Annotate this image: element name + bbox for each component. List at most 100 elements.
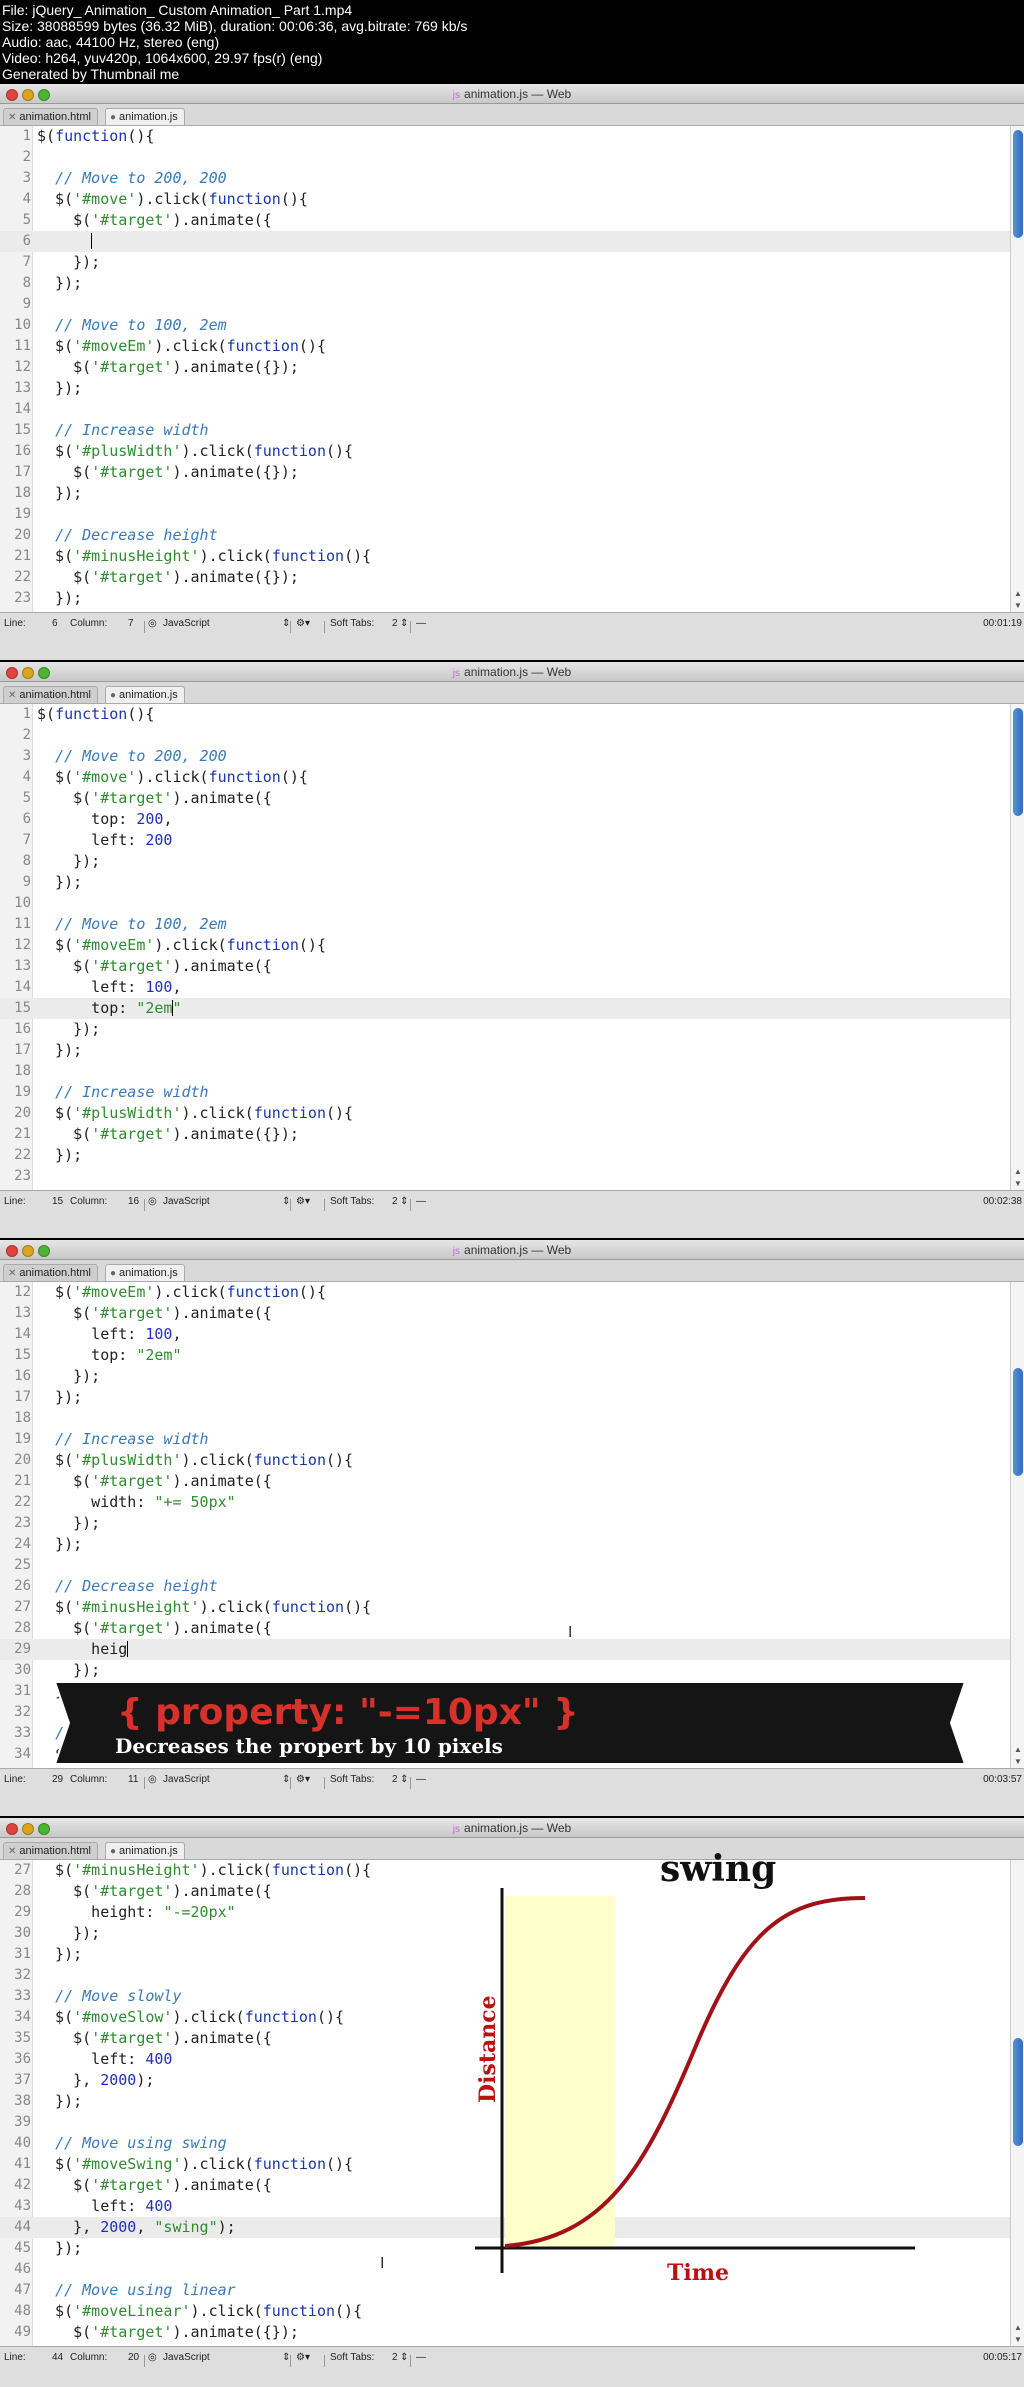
- language-selector[interactable]: JavaScript: [163, 618, 210, 629]
- scroll-down-arrow-icon[interactable]: ▼: [1014, 601, 1022, 610]
- column-value: 20: [128, 2352, 140, 2363]
- window-titlebar[interactable]: js animation.js — Web: [0, 1818, 1024, 1838]
- tab-animation-js[interactable]: ● animation.js: [105, 108, 185, 125]
- close-tab-icon[interactable]: ✕: [8, 1268, 16, 1279]
- js-file-icon: js: [452, 1246, 461, 1257]
- settings-gear-icon[interactable]: ⚙▾: [296, 2352, 310, 2363]
- softtabs-label[interactable]: Soft Tabs:: [330, 1774, 374, 1785]
- symbol-selector[interactable]: —: [416, 618, 426, 629]
- softtabs-value[interactable]: 2: [392, 1196, 398, 1207]
- scroll-up-arrow-icon[interactable]: ▲: [1014, 1167, 1022, 1176]
- code-text: $('#target').animate({});: [37, 1125, 299, 1143]
- symbol-selector[interactable]: —: [416, 2352, 426, 2363]
- code-line: 29 heig: [0, 1639, 1010, 1660]
- language-selector[interactable]: JavaScript: [163, 2352, 210, 2363]
- tab-animation-html[interactable]: ✕ animation.html: [3, 686, 98, 703]
- tab-label: animation.js: [119, 1845, 178, 1857]
- line-number: 22: [14, 1147, 31, 1163]
- softtabs-label[interactable]: Soft Tabs:: [330, 2352, 374, 2363]
- scrollbar-thumb[interactable]: [1013, 130, 1023, 238]
- code-text: $('#move').click(function(){: [37, 190, 308, 208]
- scroll-down-arrow-icon[interactable]: ▼: [1014, 1757, 1022, 1766]
- code-editor[interactable]: 1 $(function(){2 3 // Move to 200, 200 4 $(…: [0, 126, 1010, 612]
- line-number: 19: [14, 506, 31, 522]
- line-number: 17: [14, 464, 31, 480]
- close-tab-icon[interactable]: ✕: [8, 1846, 16, 1857]
- settings-gear-icon[interactable]: ⚙▾: [296, 1774, 310, 1785]
- scroll-up-arrow-icon[interactable]: ▲: [1014, 1745, 1022, 1754]
- code-line: 23 });: [0, 1513, 1010, 1534]
- chevron-updown-icon[interactable]: ⇕: [400, 1196, 408, 1207]
- close-tab-icon[interactable]: ✕: [8, 112, 16, 123]
- scroll-up-arrow-icon[interactable]: ▲: [1014, 589, 1022, 598]
- symbol-selector[interactable]: —: [416, 1196, 426, 1207]
- window-titlebar[interactable]: js animation.js — Web: [0, 84, 1024, 104]
- column-label: Column:: [70, 2352, 108, 2363]
- code-text: // Move to 100, 2em: [55, 316, 227, 334]
- code-line: 13 $('#target').animate({: [0, 1303, 1010, 1324]
- code-editor[interactable]: 1 $(function(){2 3 // Move to 200, 200 4 $(…: [0, 704, 1010, 1190]
- highlight-region: [505, 1896, 615, 2246]
- line-number: 7: [22, 254, 31, 270]
- line-number: 11: [14, 916, 31, 932]
- chevron-updown-icon[interactable]: ⇕: [400, 2352, 408, 2363]
- vertical-scrollbar[interactable]: ▲ ▼: [1010, 704, 1024, 1190]
- line-number: 16: [14, 1021, 31, 1037]
- language-selector[interactable]: JavaScript: [163, 1774, 210, 1785]
- line-number: 26: [14, 1578, 31, 1594]
- info-line: Generated by Thumbnail me: [2, 66, 180, 82]
- scroll-down-arrow-icon[interactable]: ▼: [1014, 1179, 1022, 1188]
- code-line: 17 $('#target').animate({});: [0, 462, 1010, 483]
- tab-animation-js[interactable]: ● animation.js: [105, 1264, 185, 1281]
- line-number: 3: [22, 748, 31, 764]
- code-line: 7 });: [0, 252, 1010, 273]
- code-line: 14: [0, 399, 1010, 420]
- tab-bar: ✕ animation.html ● animation.js: [0, 682, 1024, 704]
- code-text: $('#plusWidth').click(function(){: [37, 1104, 354, 1122]
- code-text: $('#target').animate({});: [37, 463, 299, 481]
- settings-gear-icon[interactable]: ⚙▾: [296, 618, 310, 629]
- softtabs-label[interactable]: Soft Tabs:: [330, 618, 374, 629]
- line-number: 17: [14, 1042, 31, 1058]
- vertical-scrollbar[interactable]: ▲ ▼: [1010, 1860, 1024, 2346]
- scroll-up-arrow-icon[interactable]: ▲: [1014, 2323, 1022, 2332]
- language-selector[interactable]: JavaScript: [163, 1196, 210, 1207]
- vertical-scrollbar[interactable]: ▲ ▼: [1010, 1282, 1024, 1768]
- code-line: 11 $('#moveEm').click(function(){: [0, 336, 1010, 357]
- code-line: 10 // Move to 100, 2em: [0, 315, 1010, 336]
- softtabs-value[interactable]: 2: [392, 1774, 398, 1785]
- tab-animation-html[interactable]: ✕ animation.html: [3, 1842, 98, 1859]
- close-tab-icon[interactable]: ✕: [8, 690, 16, 701]
- scrollbar-thumb[interactable]: [1013, 2038, 1023, 2146]
- line-number: 3: [22, 170, 31, 186]
- scrollbar-thumb[interactable]: [1013, 708, 1023, 816]
- code-text: $('#target').animate({: [37, 1619, 272, 1637]
- code-line: 17 });: [0, 1040, 1010, 1061]
- tab-animation-js[interactable]: ● animation.js: [105, 686, 185, 703]
- tab-animation-html[interactable]: ✕ animation.html: [3, 1264, 98, 1281]
- window-titlebar[interactable]: js animation.js — Web: [0, 662, 1024, 682]
- softtabs-value[interactable]: 2: [392, 618, 398, 629]
- scroll-down-arrow-icon[interactable]: ▼: [1014, 2335, 1022, 2344]
- settings-gear-icon[interactable]: ⚙▾: [296, 1196, 310, 1207]
- chevron-updown-icon[interactable]: ⇕: [400, 618, 408, 629]
- code-text: $('#plusWidth').click(function(){: [37, 1451, 354, 1469]
- symbol-selector[interactable]: —: [416, 1774, 426, 1785]
- window-titlebar[interactable]: js animation.js — Web: [0, 1240, 1024, 1260]
- tab-animation-html[interactable]: ✕ animation.html: [3, 108, 98, 125]
- chevron-updown-icon[interactable]: ⇕: [400, 1774, 408, 1785]
- softtabs-value[interactable]: 2: [392, 2352, 398, 2363]
- vertical-scrollbar[interactable]: ▲ ▼: [1010, 126, 1024, 612]
- tab-label: animation.html: [19, 111, 91, 123]
- status-bar: Line: 15 Column: 16 ◎ JavaScript ⇕ ⚙▾ Soft Tabs:…: [0, 1190, 1024, 1238]
- code-text: $('#target').animate({: [37, 2029, 272, 2047]
- graph-canvas: [475, 1888, 915, 2273]
- video-timestamp: 00:02:38: [983, 1196, 1022, 1207]
- tab-animation-js[interactable]: ● animation.js: [105, 1842, 185, 1859]
- softtabs-label[interactable]: Soft Tabs:: [330, 1196, 374, 1207]
- code-text: $('#moveLinear').click(function(){: [37, 2302, 363, 2320]
- line-number: 37: [14, 2072, 31, 2088]
- scrollbar-thumb[interactable]: [1013, 1368, 1023, 1476]
- code-text: left: 400: [37, 2197, 173, 2215]
- code-text: $('#target').animate({: [37, 957, 272, 975]
